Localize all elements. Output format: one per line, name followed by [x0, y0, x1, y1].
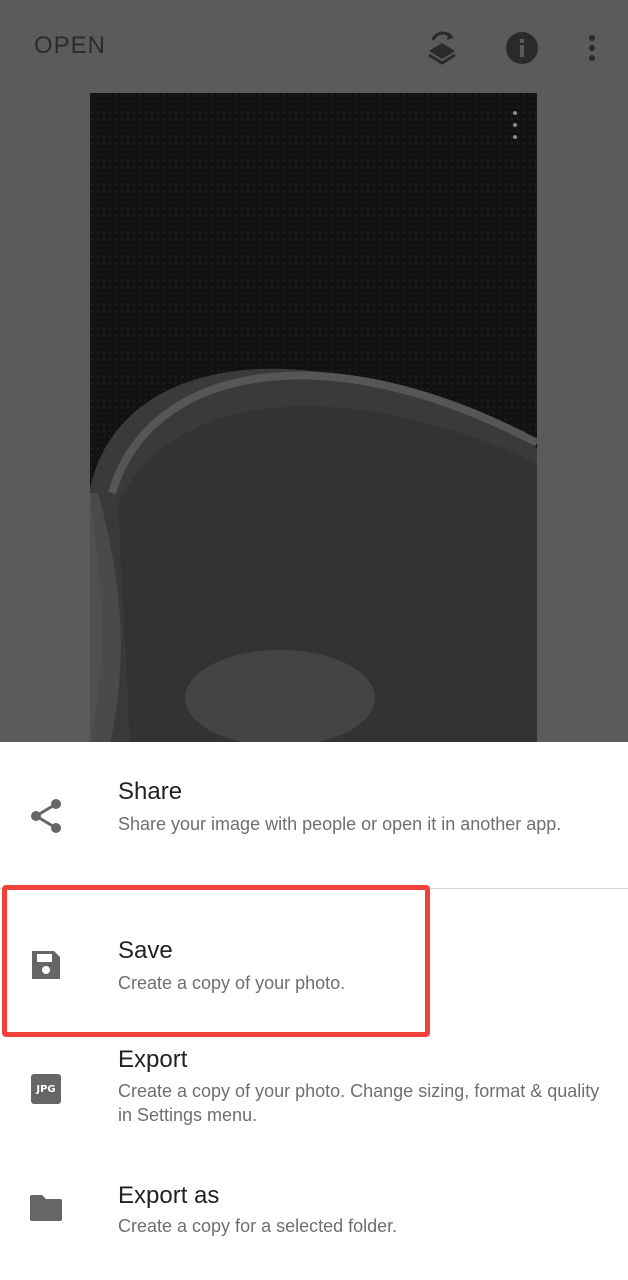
- open-button[interactable]: OPEN: [34, 32, 106, 60]
- menu-item-export-as[interactable]: Export as Create a copy for a selected f…: [0, 1179, 628, 1279]
- share-title: Share: [118, 778, 183, 805]
- folder-icon: [26, 1188, 66, 1228]
- top-app-bar: OPEN: [0, 0, 628, 92]
- share-icon: [26, 796, 66, 836]
- save-title: Save: [118, 937, 173, 964]
- share-save-sheet: Share Share your image with people or op…: [0, 742, 628, 1280]
- jpg-icon-label: JPG: [31, 1074, 61, 1104]
- photo-menu-icon[interactable]: [507, 111, 523, 139]
- more-vert-icon[interactable]: [572, 28, 612, 68]
- save-description: Create a copy of your photo.: [118, 973, 346, 993]
- menu-item-export[interactable]: JPG Export Create a copy of your photo. …: [0, 1039, 628, 1179]
- save-icon: [26, 945, 66, 985]
- export-title: Export: [118, 1046, 188, 1073]
- export-description: Create a copy of your photo. Change sizi…: [118, 1081, 600, 1125]
- menu-item-save[interactable]: Save Create a copy of your photo.: [0, 889, 628, 1039]
- export-as-title: Export as: [118, 1182, 220, 1209]
- jpg-icon: JPG: [26, 1069, 66, 1109]
- layers-icon[interactable]: [422, 28, 462, 68]
- share-description: Share your image with people or open it …: [118, 814, 562, 834]
- photo-preview: [90, 93, 537, 743]
- export-as-description: Create a copy for a selected folder.: [118, 1216, 398, 1236]
- info-icon[interactable]: [502, 28, 542, 68]
- menu-item-share[interactable]: Share Share your image with people or op…: [0, 742, 628, 888]
